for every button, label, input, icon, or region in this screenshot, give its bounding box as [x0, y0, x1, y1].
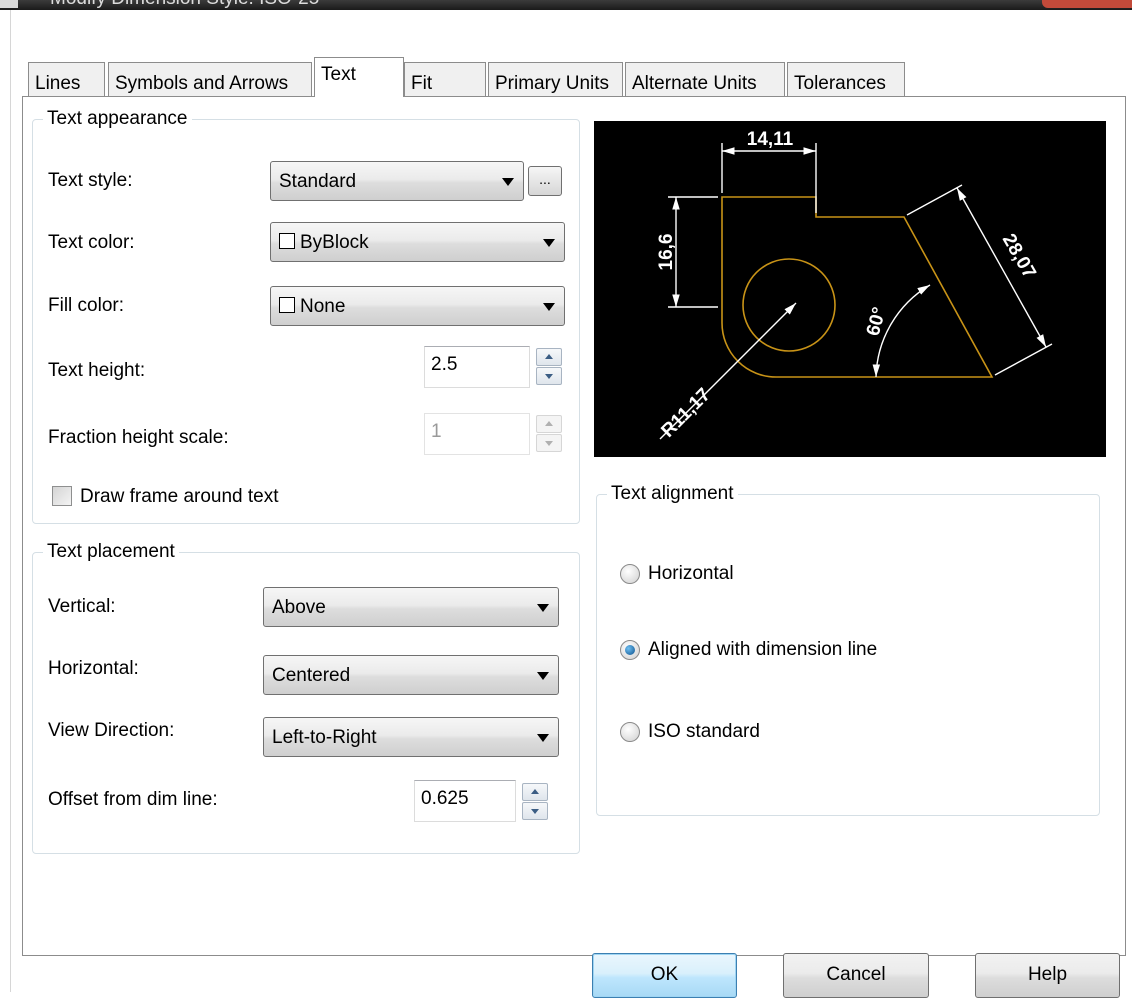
vertical-label: Vertical: [48, 596, 116, 617]
horizontal-radio-label: Horizontal [648, 563, 734, 584]
spin-up-button[interactable] [522, 783, 548, 801]
draw-frame-checkbox[interactable] [52, 486, 72, 506]
spin-down-button[interactable] [536, 367, 562, 385]
fraction-height-scale-spinner [536, 415, 562, 453]
dim-right-text: 28,07 [998, 230, 1040, 282]
arrow-down-icon [545, 441, 553, 446]
help-button[interactable]: Help [975, 953, 1120, 998]
fill-color-select[interactable]: None [270, 286, 565, 326]
spin-down-button [536, 434, 562, 452]
arrow-up-icon [545, 354, 553, 359]
fill-color-label: Fill color: [48, 295, 125, 316]
chevron-down-icon [543, 239, 555, 247]
chevron-down-icon [537, 734, 549, 742]
spin-up-button [536, 415, 562, 433]
chevron-down-icon [502, 178, 514, 186]
chevron-down-icon [537, 604, 549, 612]
text-color-value: ByBlock [300, 232, 369, 253]
fraction-height-scale-label: Fraction height scale: [48, 427, 229, 448]
color-swatch-icon [279, 233, 295, 249]
dim-radius-text: R11,17 [657, 384, 714, 441]
fill-color-value: None [300, 296, 346, 317]
offset-label: Offset from dim line: [48, 789, 218, 810]
part-outline [721, 196, 994, 378]
text-alignment-title: Text alignment [607, 483, 738, 505]
text-height-input[interactable]: 2.5 [424, 346, 530, 388]
text-style-browse-button[interactable]: ... [528, 166, 562, 196]
vertical-select[interactable]: Above [263, 587, 559, 627]
vertical-value: Above [272, 597, 326, 618]
text-height-spinner [536, 348, 562, 386]
text-style-label: Text style: [48, 170, 133, 191]
iso-standard-radio-label: ISO standard [648, 721, 760, 742]
iso-standard-radio[interactable] [620, 722, 640, 742]
aligned-radio[interactable] [620, 640, 640, 660]
draw-frame-label: Draw frame around text [80, 486, 279, 507]
arrow-down-icon [545, 374, 553, 379]
ok-button[interactable]: OK [592, 953, 737, 998]
dimension-lines [659, 143, 1053, 440]
view-direction-value: Left-to-Right [272, 727, 377, 748]
text-style-value: Standard [279, 171, 357, 192]
preview-panel: 14,11 16,6 28,07 60° R11,17 [594, 121, 1106, 457]
offset-spinner [522, 783, 548, 821]
arrow-up-icon [531, 789, 539, 794]
dim-left-text: 16,6 [656, 234, 677, 271]
aligned-radio-label: Aligned with dimension line [648, 639, 878, 660]
fraction-height-scale-input: 1 [424, 413, 530, 455]
view-direction-select[interactable]: Left-to-Right [263, 717, 559, 757]
arrow-down-icon [531, 809, 539, 814]
view-direction-label: View Direction: [48, 720, 175, 741]
text-placement-title: Text placement [43, 541, 179, 563]
text-appearance-title: Text appearance [43, 108, 192, 130]
horizontal-label: Horizontal: [48, 658, 139, 679]
horizontal-select[interactable]: Centered [263, 655, 559, 695]
cancel-button[interactable]: Cancel [783, 953, 929, 998]
chevron-down-icon [537, 672, 549, 680]
text-color-select[interactable]: ByBlock [270, 222, 565, 262]
color-swatch-icon [279, 297, 295, 313]
text-style-select[interactable]: Standard [270, 161, 524, 201]
dimension-preview-drawing: 14,11 16,6 28,07 60° R11,17 [656, 129, 1053, 442]
arrow-up-icon [545, 421, 553, 426]
horizontal-value: Centered [272, 665, 351, 686]
chevron-down-icon [543, 303, 555, 311]
offset-input[interactable]: 0.625 [414, 780, 516, 822]
horizontal-radio[interactable] [620, 564, 640, 584]
text-height-label: Text height: [48, 360, 146, 381]
spin-up-button[interactable] [536, 348, 562, 366]
dim-top-text: 14,11 [747, 129, 794, 150]
dimension-texts: 14,11 16,6 28,07 60° R11,17 [656, 129, 1040, 442]
text-color-label: Text color: [48, 232, 135, 253]
spin-down-button[interactable] [522, 802, 548, 820]
